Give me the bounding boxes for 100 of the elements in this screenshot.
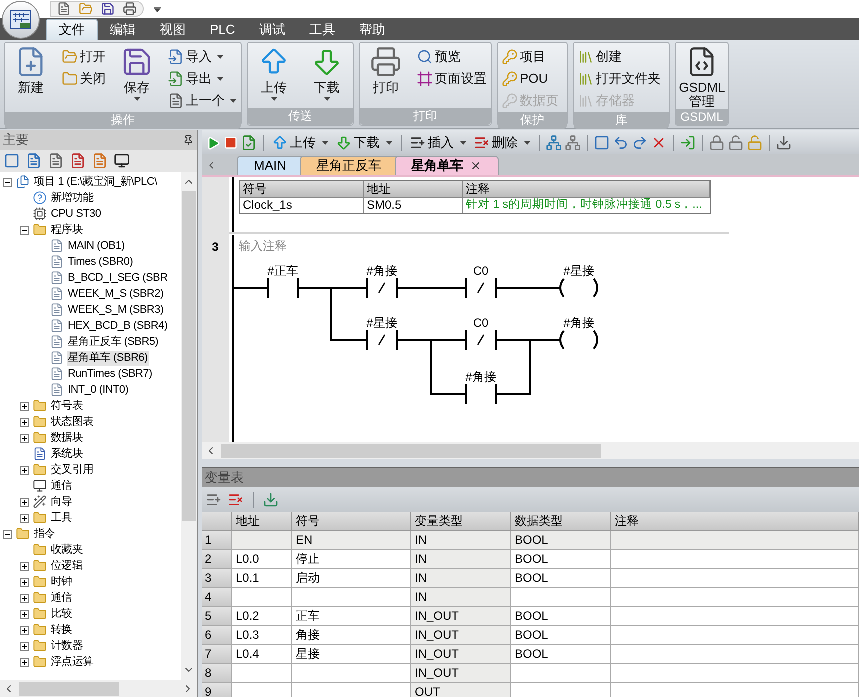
ribbon-button[interactable]: POU bbox=[502, 68, 559, 90]
normally-closed-contact[interactable] bbox=[465, 330, 497, 350]
coil[interactable] bbox=[560, 330, 598, 350]
expand-toggle-icon[interactable] bbox=[20, 402, 29, 410]
ribbon-button[interactable]: 项目 bbox=[502, 46, 559, 68]
redo-icon[interactable] bbox=[632, 135, 648, 151]
menu-tab[interactable]: 调试 bbox=[247, 19, 298, 40]
tree-item[interactable]: 位逻辑 bbox=[50, 558, 84, 574]
tree-item[interactable]: INT_0 (INT0) bbox=[67, 382, 130, 398]
tree-item[interactable]: 项目 1 (E:\藏宝洞_新\PLC\ bbox=[33, 174, 158, 190]
expand-toggle-icon[interactable] bbox=[20, 578, 29, 586]
ribbon-button[interactable]: 上传 bbox=[252, 46, 296, 101]
document-icon[interactable] bbox=[48, 153, 64, 169]
expand-toggle-icon[interactable] bbox=[20, 626, 29, 634]
tree-item[interactable]: 转换 bbox=[50, 622, 74, 638]
ribbon-button[interactable]: 打开文件夹 bbox=[578, 68, 661, 90]
ribbon-button[interactable]: 导出 bbox=[168, 68, 237, 90]
tree-item[interactable]: 时钟 bbox=[50, 574, 74, 590]
tree-item[interactable]: 通信 bbox=[50, 590, 74, 606]
normally-closed-contact[interactable] bbox=[366, 330, 398, 350]
compile-icon[interactable] bbox=[241, 135, 257, 151]
expand-toggle-icon[interactable] bbox=[20, 434, 29, 442]
tree-item[interactable]: CPU ST30 bbox=[50, 206, 102, 222]
menu-tab[interactable]: PLC bbox=[198, 19, 248, 40]
printer-icon[interactable] bbox=[123, 2, 137, 16]
tree-item[interactable]: 程序块 bbox=[50, 222, 84, 238]
ribbon-button[interactable]: 预览 bbox=[417, 46, 487, 68]
tree-item[interactable]: 新增功能 bbox=[50, 190, 95, 206]
tree-item[interactable]: 交叉引用 bbox=[50, 462, 95, 478]
network-icon[interactable] bbox=[565, 135, 581, 151]
menu-tab[interactable]: 视图 bbox=[148, 19, 198, 40]
normally-open-contact[interactable] bbox=[465, 384, 497, 404]
ribbon-button[interactable]: 保存 bbox=[115, 46, 159, 101]
tree-item[interactable]: WEEK_S_M (SBR3) bbox=[67, 302, 165, 318]
tree-item[interactable]: 工具 bbox=[50, 510, 74, 526]
ribbon-button[interactable]: 下载 bbox=[305, 46, 349, 101]
tree-item[interactable]: MAIN (OB1) bbox=[67, 238, 126, 254]
tree-item[interactable]: 星角正反车 (SBR5) bbox=[67, 334, 160, 350]
ribbon-button[interactable]: 页面设置 bbox=[417, 68, 487, 90]
scroll-thumb[interactable] bbox=[19, 682, 119, 696]
customize-caret-icon[interactable] bbox=[154, 6, 161, 12]
scroll-thumb[interactable] bbox=[221, 444, 601, 458]
pin-icon[interactable] bbox=[183, 134, 194, 146]
normally-closed-contact[interactable] bbox=[366, 278, 398, 298]
app-menu-button[interactable] bbox=[2, 1, 40, 39]
tree-item[interactable]: 浮点运算 bbox=[50, 654, 95, 670]
tree-item[interactable]: 数据块 bbox=[50, 430, 84, 446]
scroll-thumb[interactable] bbox=[182, 191, 196, 521]
ribbon-button[interactable]: GSDML 管理 bbox=[680, 46, 724, 109]
expand-toggle-icon[interactable] bbox=[20, 466, 29, 474]
ribbon-button[interactable]: 打印 bbox=[364, 46, 408, 95]
expand-toggle-icon[interactable] bbox=[20, 594, 29, 602]
menu-tab[interactable]: 编辑 bbox=[98, 19, 148, 40]
rectangle-icon[interactable] bbox=[594, 135, 610, 151]
toolbar-button[interactable]: 上传 bbox=[270, 133, 331, 153]
unlock-icon[interactable] bbox=[728, 135, 744, 151]
expand-toggle-icon[interactable] bbox=[20, 658, 29, 666]
undo-icon[interactable] bbox=[613, 135, 629, 151]
insert-row-icon[interactable] bbox=[206, 492, 222, 508]
horizontal-scrollbar[interactable] bbox=[202, 442, 859, 459]
tree-item[interactable]: 系统块 bbox=[50, 446, 84, 462]
enter-icon[interactable] bbox=[680, 135, 696, 151]
ribbon-button[interactable]: 关闭 bbox=[62, 68, 106, 90]
ribbon-button[interactable]: 打开 bbox=[62, 46, 106, 68]
tree-item[interactable]: 向导 bbox=[50, 494, 74, 510]
expand-toggle-icon[interactable] bbox=[20, 610, 29, 618]
collapse-toggle-icon[interactable] bbox=[20, 226, 29, 234]
stop-icon[interactable] bbox=[224, 136, 238, 150]
ribbon-button[interactable]: 创建 bbox=[578, 46, 661, 68]
delete-row-icon[interactable] bbox=[228, 492, 244, 508]
window-icon[interactable] bbox=[4, 153, 20, 169]
monitor-icon[interactable] bbox=[114, 153, 130, 169]
close-icon[interactable] bbox=[470, 160, 482, 172]
collapse-toggle-icon[interactable] bbox=[3, 178, 12, 186]
menu-tab[interactable]: 文件 bbox=[46, 19, 98, 40]
tree-item[interactable]: WEEK_M_S (SBR2) bbox=[67, 286, 165, 302]
expand-toggle-icon[interactable] bbox=[20, 562, 29, 570]
tree-item[interactable]: 计数器 bbox=[50, 638, 84, 654]
download-icon[interactable] bbox=[263, 492, 279, 508]
ribbon-button[interactable]: 导入 bbox=[168, 46, 237, 68]
expand-toggle-icon[interactable] bbox=[20, 514, 29, 522]
menu-tab[interactable]: 工具 bbox=[297, 19, 348, 40]
tree-item[interactable]: 状态图表 bbox=[50, 414, 95, 430]
tree-item[interactable]: Times (SBR0) bbox=[67, 254, 134, 270]
toolbar-button[interactable]: 插入 bbox=[408, 133, 469, 153]
ribbon-button[interactable]: 新建 bbox=[9, 46, 53, 95]
editor-tab[interactable]: 星角单车 bbox=[394, 156, 498, 175]
tree-item[interactable]: 指令 bbox=[33, 526, 56, 542]
tree-item[interactable]: 符号表 bbox=[50, 398, 84, 414]
expand-toggle-icon[interactable] bbox=[20, 642, 29, 650]
tree-item[interactable]: RunTimes (SBR7) bbox=[67, 366, 154, 382]
network-icon[interactable] bbox=[546, 135, 562, 151]
editor-tab[interactable]: MAIN bbox=[237, 156, 304, 175]
vertical-scrollbar[interactable] bbox=[181, 172, 197, 680]
tree-item[interactable]: B_BCD_I_SEG (SBR bbox=[67, 270, 169, 286]
run-icon[interactable] bbox=[206, 136, 221, 150]
toolbar-button[interactable]: 删除 bbox=[472, 133, 533, 153]
ribbon-button[interactable]: 上一个 bbox=[168, 90, 237, 112]
expand-toggle-icon[interactable] bbox=[20, 498, 29, 506]
tree-item[interactable]: 比较 bbox=[50, 606, 74, 622]
